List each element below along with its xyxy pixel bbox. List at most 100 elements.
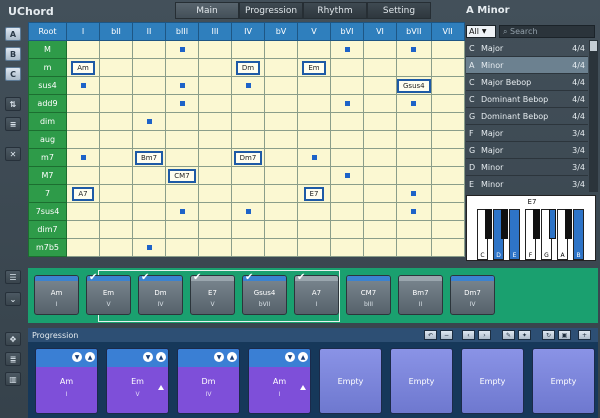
grid-cell[interactable] <box>165 58 199 77</box>
grid-cell[interactable] <box>165 130 199 149</box>
grid-cell[interactable] <box>198 184 232 203</box>
grid-cell[interactable] <box>363 76 397 95</box>
grid-cell[interactable] <box>396 94 432 113</box>
grid-cell[interactable] <box>165 148 199 167</box>
grid-cell[interactable] <box>297 130 331 149</box>
grid-cell[interactable] <box>396 130 432 149</box>
grid-cell[interactable] <box>330 220 364 239</box>
row-header[interactable]: 7sus4 <box>28 202 67 221</box>
grid-cell[interactable] <box>165 184 199 203</box>
minus-icon[interactable]: − <box>440 330 453 340</box>
black-key[interactable] <box>533 209 540 239</box>
grid-cell[interactable] <box>363 184 397 203</box>
grid-cell[interactable] <box>330 112 364 131</box>
grid-cell[interactable] <box>430 202 465 221</box>
strip-options-icon[interactable]: ☰ <box>5 270 21 284</box>
grid-cell[interactable] <box>99 130 133 149</box>
grid-cell[interactable] <box>264 220 298 239</box>
scale-item[interactable]: G Major 3/4 <box>466 142 588 159</box>
grid-cell[interactable] <box>132 94 166 113</box>
next-icon[interactable]: › <box>478 330 491 340</box>
grid-cell[interactable] <box>66 166 100 185</box>
grid-cell[interactable] <box>66 238 100 257</box>
edit-list-icon[interactable]: ≣ <box>5 352 21 366</box>
scale-list-scrollbar[interactable] <box>589 40 598 192</box>
grid-cell[interactable] <box>99 148 133 167</box>
grid-cell[interactable] <box>198 166 232 185</box>
move-icon[interactable]: ✥ <box>5 332 21 346</box>
grid-cell[interactable] <box>363 238 397 257</box>
grid-cell[interactable] <box>99 40 133 59</box>
collapse-strip-icon[interactable]: ⌄ <box>5 292 21 306</box>
grid-cell[interactable] <box>396 202 432 221</box>
progression-slot[interactable]: Empty <box>461 348 524 414</box>
scale-item[interactable]: C Major 4/4 <box>466 40 588 57</box>
piano-icon[interactable]: ▥ <box>5 372 21 386</box>
grid-cell[interactable] <box>396 220 432 239</box>
grid-cell[interactable]: Dm <box>231 58 265 77</box>
progression-slot[interactable]: Empty <box>532 348 595 414</box>
grid-cell[interactable] <box>396 58 432 77</box>
scale-item[interactable]: A Minor 4/4 <box>466 57 588 74</box>
grid-cell[interactable] <box>264 112 298 131</box>
grid-cell[interactable] <box>396 112 432 131</box>
grid-cell[interactable] <box>165 238 199 257</box>
scrollbar-thumb[interactable] <box>590 41 597 51</box>
grid-cell[interactable] <box>198 58 232 77</box>
grid-cell[interactable] <box>264 202 298 221</box>
variant-c-button[interactable]: C <box>5 67 21 81</box>
grid-cell[interactable] <box>297 202 331 221</box>
grid-cell[interactable] <box>264 76 298 95</box>
clear-icon[interactable]: ✕ <box>5 147 21 161</box>
grid-cell[interactable] <box>231 130 265 149</box>
grid-cell[interactable] <box>231 202 265 221</box>
grid-cell[interactable] <box>330 166 364 185</box>
grid-cell[interactable] <box>165 202 199 221</box>
grid-cell[interactable] <box>297 76 331 95</box>
grid-cell[interactable] <box>264 238 298 257</box>
variant-a-button[interactable]: A <box>5 27 21 41</box>
grid-cell[interactable] <box>231 238 265 257</box>
grid-cell[interactable] <box>363 148 397 167</box>
undo-icon[interactable]: ↶ <box>424 330 437 340</box>
strip-chord-card[interactable]: ✔ Dm IV <box>138 272 183 315</box>
grid-cell[interactable] <box>99 112 133 131</box>
prev-icon[interactable]: ‹ <box>462 330 475 340</box>
grid-cell[interactable] <box>330 148 364 167</box>
white-key[interactable]: B <box>573 209 584 260</box>
grid-cell[interactable] <box>396 148 432 167</box>
grid-cell[interactable]: Dm7 <box>231 148 265 167</box>
grid-cell[interactable] <box>132 130 166 149</box>
grid-cell[interactable] <box>198 220 232 239</box>
row-header[interactable]: sus4 <box>28 76 67 95</box>
grid-cell[interactable] <box>430 112 465 131</box>
grid-cell[interactable] <box>297 148 331 167</box>
grid-cell[interactable] <box>132 238 166 257</box>
strip-chord-card[interactable]: ✔ A7 I <box>294 272 339 315</box>
grid-cell[interactable] <box>132 112 166 131</box>
grid-cell[interactable] <box>330 130 364 149</box>
grid-cell[interactable] <box>66 148 100 167</box>
grid-cell[interactable] <box>132 40 166 59</box>
row-header[interactable]: aug <box>28 130 67 149</box>
scale-item[interactable]: F Major 3/4 <box>466 125 588 142</box>
grid-cell[interactable] <box>165 76 199 95</box>
grid-cell[interactable] <box>66 94 100 113</box>
row-header[interactable]: m <box>28 58 67 77</box>
grid-cell[interactable] <box>363 202 397 221</box>
up-arrow-icon[interactable]: ▲ <box>85 352 95 362</box>
row-header[interactable]: 7 <box>28 184 67 203</box>
grid-cell[interactable] <box>198 148 232 167</box>
grid-cell[interactable] <box>198 76 232 95</box>
tab-rhythm[interactable]: Rhythm <box>303 2 367 19</box>
progression-slot[interactable]: ▼ ▲ Dm IV <box>177 348 240 414</box>
grid-cell[interactable] <box>330 58 364 77</box>
grid-cell[interactable] <box>198 94 232 113</box>
grid-cell[interactable] <box>99 184 133 203</box>
row-header[interactable]: dim7 <box>28 220 67 239</box>
grid-cell[interactable] <box>231 40 265 59</box>
grid-cell[interactable] <box>430 148 465 167</box>
progression-slot[interactable]: ▼ ▲ Am I <box>35 348 98 414</box>
grid-cell[interactable] <box>430 40 465 59</box>
grid-cell[interactable] <box>396 238 432 257</box>
